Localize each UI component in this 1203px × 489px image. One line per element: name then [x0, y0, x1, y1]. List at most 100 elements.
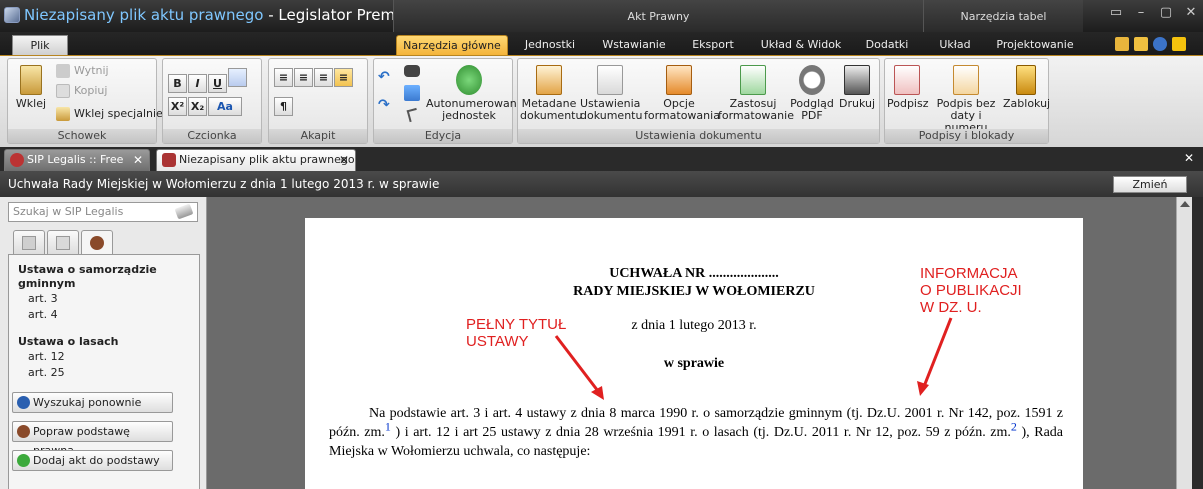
doc-date: z dnia 1 lutego 2013 r.	[631, 318, 757, 333]
list-icon	[22, 236, 36, 250]
align-left-icon[interactable]: ≡	[274, 68, 293, 87]
group-label-podpisy: Podpisy i blokady	[885, 129, 1048, 143]
paste-special-button[interactable]: Wklej specjalnie	[56, 107, 163, 121]
sidebar-tab-alerts[interactable]	[47, 230, 79, 254]
sign-no-date-icon	[953, 65, 979, 95]
tab-narzedzia-glowne[interactable]: Narzędzia główne	[396, 35, 508, 55]
autonumbering-button[interactable]: Autonumerowanie jednostek	[426, 65, 527, 122]
article-link[interactable]: art. 25	[18, 365, 193, 381]
document-tools-icon	[597, 65, 623, 95]
align-right-icon[interactable]: ≡	[314, 68, 333, 87]
article-link[interactable]: art. 4	[18, 307, 193, 323]
group-label-akapit: Akapit	[269, 129, 367, 143]
open-folder-icon[interactable]	[1134, 37, 1148, 51]
help-icon[interactable]	[1153, 37, 1167, 51]
scissors-icon	[56, 64, 70, 78]
justify-icon[interactable]: ≡	[334, 68, 353, 87]
tab-projektowanie[interactable]: Projektowanie	[990, 35, 1080, 55]
document-page[interactable]: UCHWAŁA NR .................... RADY MIE…	[305, 218, 1083, 489]
copy-button[interactable]: Kopiuj	[56, 84, 107, 98]
cut-button[interactable]: Wytnij	[56, 64, 109, 78]
doc-subject: w sprawie	[663, 356, 725, 371]
superscript-button[interactable]: X²	[168, 97, 187, 116]
restore-window-icon[interactable]: ▭	[1105, 4, 1127, 22]
tab-uklad[interactable]: Układ	[930, 35, 980, 55]
search-input[interactable]: Szukaj w SIP Legalis	[8, 202, 198, 222]
sign-without-date-button[interactable]: Podpis bez daty i numeru	[929, 65, 1003, 134]
print-button[interactable]: Drukuj	[836, 65, 878, 110]
app-logo-icon[interactable]	[4, 7, 20, 23]
annotation-full-title: PEŁNY TYTUŁ USTAWY	[466, 316, 567, 350]
key-icon[interactable]	[1172, 37, 1186, 51]
group-ustawienia-dokumentu: Metadane dokumentu Ustawienia dokumentu Op…	[517, 58, 880, 144]
tab-dodatki[interactable]: Dodatki	[858, 35, 916, 55]
tab-uklad-widok[interactable]: Układ & Widok	[753, 35, 849, 55]
change-button[interactable]: Zmień	[1113, 176, 1187, 193]
plus-icon	[17, 454, 30, 467]
document-settings-button[interactable]: Ustawienia dokumentu	[580, 65, 642, 122]
subscript-button[interactable]: X₂	[188, 97, 207, 116]
binoculars-icon[interactable]	[404, 65, 420, 77]
redo-icon[interactable]: ↷	[378, 97, 392, 113]
article-link[interactable]: art. 3	[18, 291, 193, 307]
scroll-up-icon[interactable]	[1180, 201, 1190, 207]
refresh-icon	[17, 396, 30, 409]
article-link[interactable]: art. 12	[18, 349, 193, 365]
pilcrow-row: ¶	[274, 97, 294, 116]
file-menu-button[interactable]: Plik	[12, 35, 68, 55]
replace-icon[interactable]	[404, 85, 420, 101]
change-case-button[interactable]: Aa	[208, 97, 242, 116]
close-window-button[interactable]: ✕	[1180, 4, 1202, 22]
lock-button[interactable]: Zablokuj	[1003, 65, 1050, 110]
close-tab-icon[interactable]: ✕	[339, 150, 349, 170]
fix-legal-basis-button[interactable]: Popraw podstawę prawną	[12, 421, 173, 457]
strikethrough-icon[interactable]	[228, 68, 247, 87]
printer-icon	[844, 65, 870, 95]
copy-icon	[56, 84, 70, 98]
group-edycja: ↶ ↷ Autonumerowanie jednostek Edycja	[373, 58, 527, 144]
apply-check-icon	[740, 65, 766, 95]
tab-niezapisany-plik[interactable]: Niezapisany plik aktu prawnego ✕	[156, 149, 356, 171]
folder-icon[interactable]	[1115, 37, 1129, 51]
magnifier-icon	[799, 65, 825, 95]
pdf-preview-button[interactable]: Podgląd PDF	[790, 65, 834, 122]
tab-sip-legalis[interactable]: SIP Legalis :: Free ✕	[4, 149, 150, 171]
tab-wstawianie[interactable]: Wstawianie	[595, 35, 673, 55]
align-center-icon[interactable]: ≡	[294, 68, 313, 87]
metadata-button[interactable]: Metadane dokumentu	[520, 65, 582, 122]
pilcrow-button[interactable]: ¶	[274, 97, 293, 116]
bold-button[interactable]: B	[168, 74, 187, 93]
select-cursor-icon[interactable]	[406, 107, 420, 123]
format-gear-icon	[666, 65, 692, 95]
clipboard-icon	[20, 65, 42, 95]
law-item[interactable]: Ustawa o lasach art. 12 art. 25	[18, 335, 193, 381]
legalis-icon	[10, 153, 24, 167]
vertical-scrollbar[interactable]	[1176, 197, 1192, 489]
minimize-button[interactable]: –	[1130, 4, 1152, 22]
group-czcionka: BIU X² X₂ Aa Czcionka	[162, 58, 262, 144]
metadata-document-icon	[536, 65, 562, 95]
legalis-ball-icon	[17, 425, 30, 438]
tab-jednostki[interactable]: Jednostki	[515, 35, 585, 55]
paste-special-icon	[56, 107, 70, 121]
sign-button[interactable]: Podpisz	[887, 65, 929, 110]
lock-icon	[1016, 65, 1036, 95]
search-again-button[interactable]: Wyszukaj ponownie	[12, 392, 173, 413]
sidebar-tab-legalis[interactable]	[81, 230, 113, 255]
align-row: ≡ ≡ ≡ ≡	[274, 68, 354, 87]
sidebar-tab-list[interactable]	[13, 230, 45, 254]
close-all-tabs-icon[interactable]: ✕	[1184, 151, 1194, 165]
add-act-button[interactable]: Dodaj akt do podstawy	[12, 450, 173, 471]
legalis-ball-icon	[90, 236, 104, 250]
italic-button[interactable]: I	[188, 74, 207, 93]
law-item[interactable]: Ustawa o samorządzie gminnym art. 3 art.…	[18, 263, 193, 323]
format-options-button[interactable]: Opcje formatowania	[644, 65, 720, 122]
undo-icon[interactable]: ↶	[378, 69, 392, 85]
maximize-button[interactable]: ▢	[1155, 4, 1177, 22]
tab-eksport[interactable]: Eksport	[683, 35, 743, 55]
font-row-2: X² X₂ Aa	[168, 97, 243, 116]
close-tab-icon[interactable]: ✕	[133, 150, 143, 170]
paste-button[interactable]: Wklej	[14, 65, 48, 110]
underline-button[interactable]: U	[208, 74, 227, 93]
apply-formatting-button[interactable]: Zastosuj formatowanie	[718, 65, 794, 122]
